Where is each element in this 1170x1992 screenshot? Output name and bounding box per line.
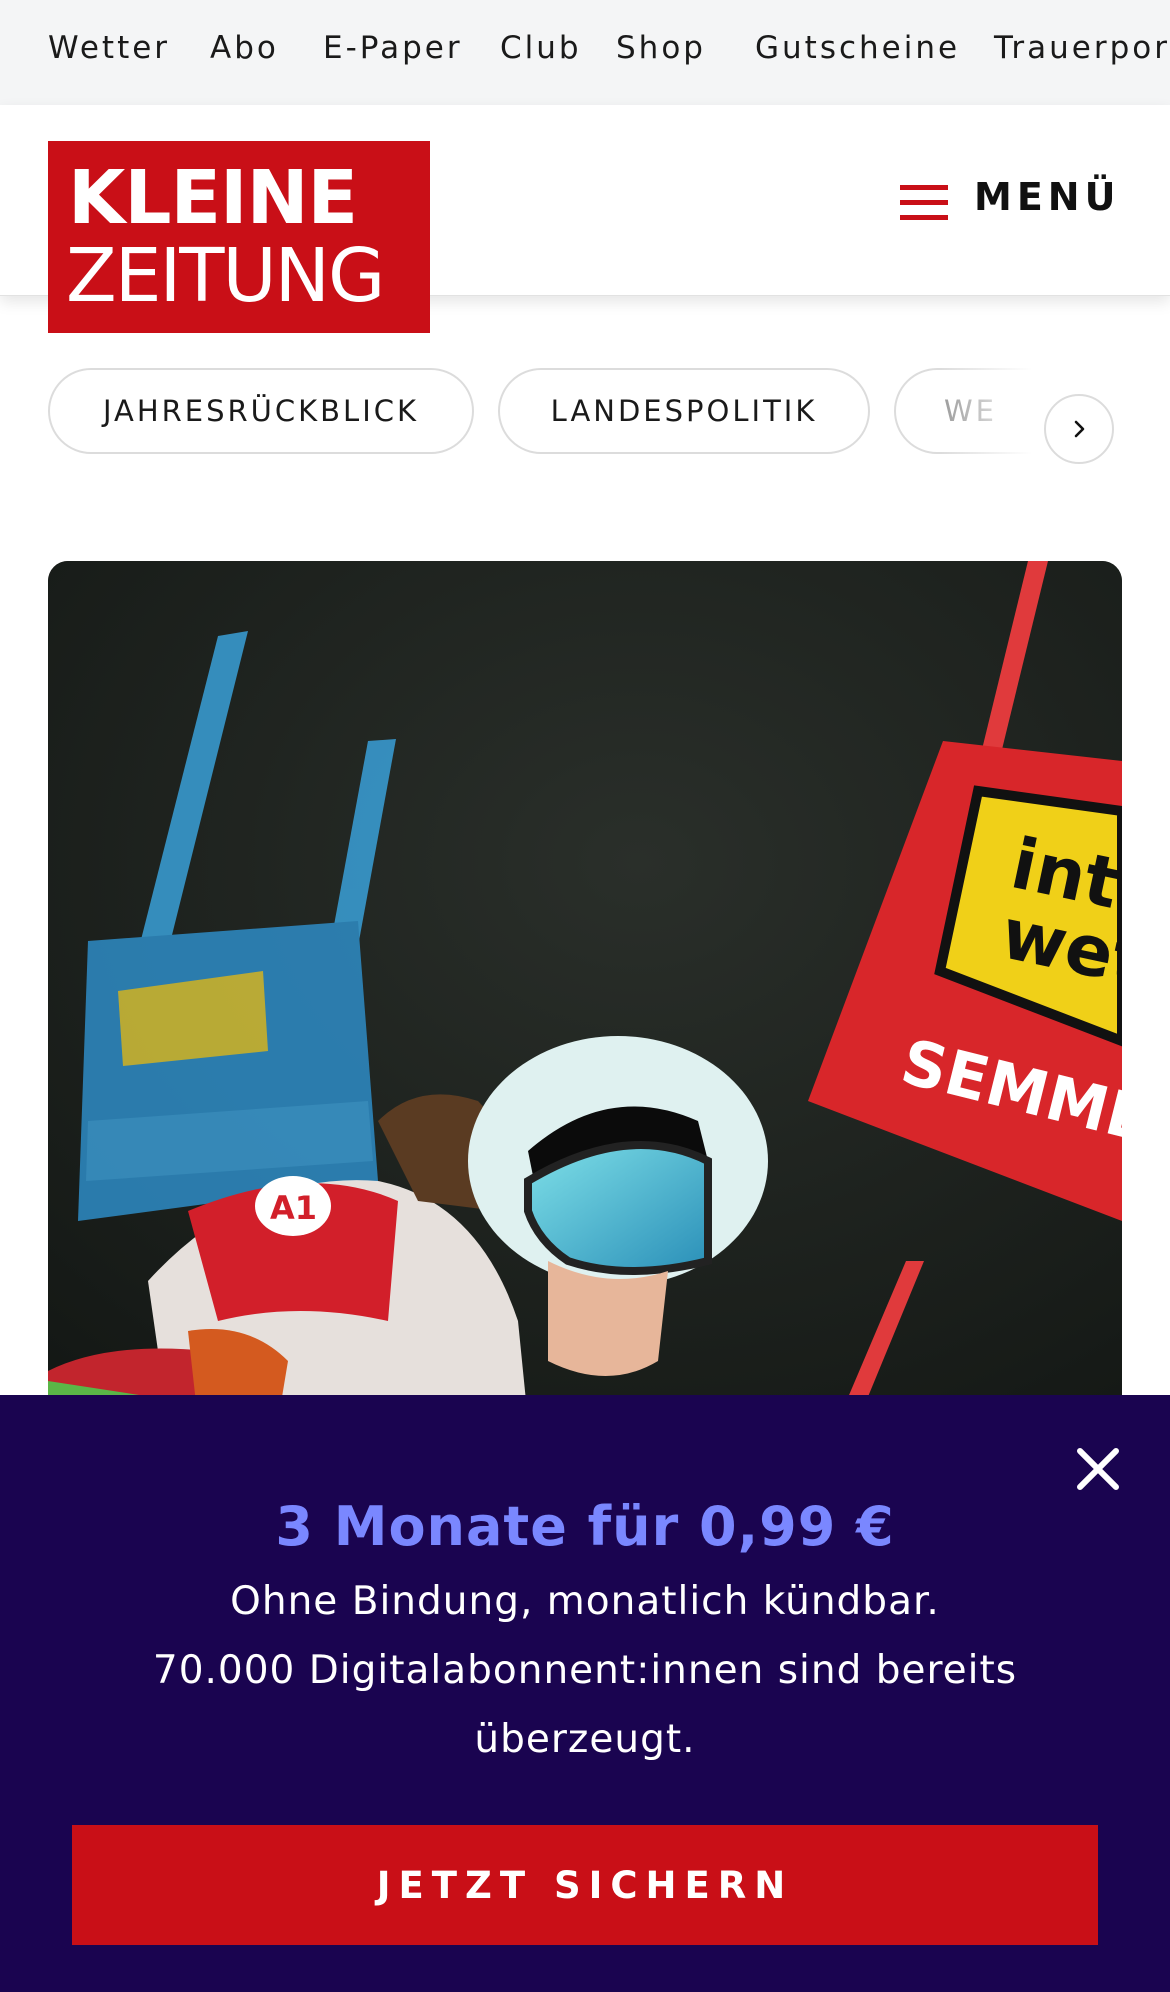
top-nav-club[interactable]: Club [500,30,582,66]
hamburger-icon [900,185,948,221]
top-nav-wetter[interactable]: Wetter [48,30,170,66]
top-nav: Wetter Abo E-Paper Club Shop Gutscheine … [0,0,1170,105]
logo-line-1: KLEINE [68,155,358,241]
menu-button[interactable]: MENÜ [900,165,1120,235]
chips-next-button[interactable] [1044,394,1114,464]
close-button[interactable] [1074,1445,1122,1493]
promo-title: 3 Monate für 0,99 € [275,1495,895,1558]
site-header: KLEINE ZEITUNG MENÜ [0,105,1170,333]
chip-jahresrueckblick[interactable]: JAHRESRÜCKBLICK [48,368,474,454]
cta-button[interactable]: JETZT SICHERN [72,1825,1098,1945]
logo-line-2: ZEITUNG [66,233,385,319]
top-nav-trauerportal[interactable]: Trauerportal [994,30,1170,66]
hero-image[interactable]: inte wet SEMME A1 [48,561,1122,1421]
promo-text: Ohne Bindung, monatlich kündbar. 70.000 … [120,1567,1050,1774]
kleine-zeitung-logo[interactable]: KLEINE ZEITUNG [48,141,430,333]
subscription-overlay: 3 Monate für 0,99 € Ohne Bindung, monatl… [0,1395,1170,1992]
ski-racer-photo: inte wet SEMME A1 [48,561,1122,1421]
promo-line-2: 70.000 Digitalabonnent:innen sind bereit… [152,1648,1018,1762]
chip-landespolitik[interactable]: LANDESPOLITIK [498,368,870,454]
chevron-right-icon [1074,420,1085,438]
top-nav-shop[interactable]: Shop [616,30,706,66]
promo-line-1: Ohne Bindung, monatlich kündbar. [230,1579,940,1624]
menu-label: MENÜ [974,175,1121,219]
top-nav-epaper[interactable]: E-Paper [323,30,463,66]
topic-chips: JAHRESRÜCKBLICK LANDESPOLITIK WE [0,368,1170,464]
svg-text:A1: A1 [270,1189,317,1227]
close-icon [1077,1448,1119,1490]
top-nav-gutscheine[interactable]: Gutscheine [755,30,960,66]
top-nav-abo[interactable]: Abo [210,30,279,66]
